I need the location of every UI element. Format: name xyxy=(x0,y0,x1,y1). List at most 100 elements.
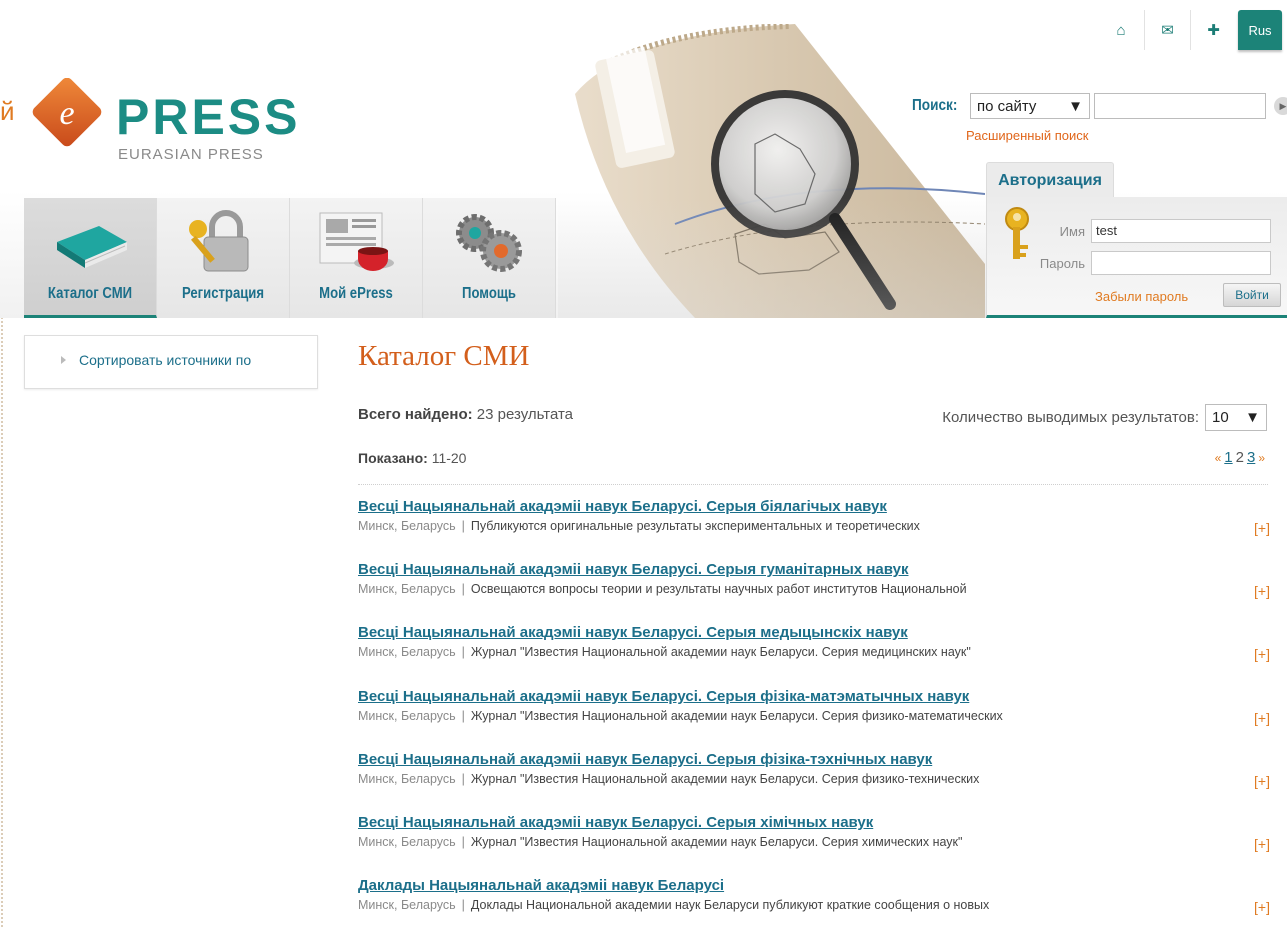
nav-label-registration: Регистрация xyxy=(181,285,265,302)
per-page-control: Количество выводимых результатов: 10 ▼ xyxy=(942,404,1267,431)
search-label: Поиск: xyxy=(912,97,958,114)
meta-separator: | xyxy=(461,834,465,849)
gears-icon xyxy=(455,214,522,272)
results-list: Весці Нацыянальнай акадэміі навук Белару… xyxy=(358,497,1270,927)
result-title-link[interactable]: Весці Нацыянальнай акадэміі навук Белару… xyxy=(358,813,1270,833)
result-title-link[interactable]: Даклады Нацыянальнай акадэміі навук Бела… xyxy=(358,876,1270,896)
per-page-label: Количество выводимых результатов: xyxy=(942,409,1199,426)
advanced-search-link[interactable]: Расширенный поиск xyxy=(966,128,1088,143)
logo-stray-char: й xyxy=(0,96,15,126)
divider xyxy=(358,484,1268,485)
nav-label-help: Помощь xyxy=(462,285,516,302)
login-button[interactable]: Войти xyxy=(1223,283,1281,307)
list-item: Весці Нацыянальнай акадэміі навук Белару… xyxy=(358,623,1270,686)
result-title-link[interactable]: Весці Нацыянальнай акадэміі навук Белару… xyxy=(358,623,1270,643)
expand-button[interactable]: [+] xyxy=(1254,899,1270,915)
svg-text:e: e xyxy=(59,95,74,132)
result-meta: Минск, Беларусь | Публикуются оригинальные… xyxy=(358,517,1246,535)
nav-item-my-epress[interactable]: Мой ePress xyxy=(290,198,423,318)
total-found: Всего найдено: 23 результата xyxy=(358,406,573,423)
search-input[interactable] xyxy=(1094,93,1266,119)
pager-prev[interactable]: « xyxy=(1215,451,1222,465)
result-description: Журнал "Известия Национальной академии н… xyxy=(470,708,1003,723)
result-description: Освещаются вопросы теории и результаты н… xyxy=(470,582,967,597)
auth-tab[interactable]: Авторизация xyxy=(986,162,1114,198)
expand-button[interactable]: [+] xyxy=(1254,646,1270,662)
forgot-password-link[interactable]: Забыли пароль xyxy=(1095,289,1188,304)
sidebar-sort-item[interactable]: Сортировать источники по xyxy=(57,352,251,368)
plus-icon[interactable]: ✚ xyxy=(1190,10,1236,50)
site-logo[interactable]: e PRESS EURASIAN PRESS xyxy=(24,78,324,168)
expand-button[interactable]: [+] xyxy=(1254,710,1270,726)
mail-icon[interactable]: ✉ xyxy=(1144,10,1190,50)
nav-label-catalog: Каталог СМИ xyxy=(47,285,133,302)
expand-button[interactable]: [+] xyxy=(1254,836,1270,852)
top-icon-bar: ⌂ ✉ ✚ Rus xyxy=(1098,10,1282,50)
newspaper-cup-icon xyxy=(319,212,394,271)
nav-item-help[interactable]: Помощь xyxy=(423,198,556,318)
list-item: Весці Нацыянальнай акадэміі навук Белару… xyxy=(358,687,1270,750)
result-title-link[interactable]: Весці Нацыянальнай акадэміі навук Белару… xyxy=(358,750,1270,770)
result-meta: Минск, Беларусь | Доклады Национальной ака… xyxy=(358,896,1246,914)
sidebar-sort-label: Сортировать источники по xyxy=(79,352,252,368)
result-meta: Минск, Беларусь | Журнал "Известия Национа… xyxy=(358,643,1246,661)
nav-background xyxy=(558,198,986,318)
result-description: Доклады Национальной академии наук Белар… xyxy=(470,898,990,913)
expand-button[interactable]: [+] xyxy=(1254,520,1270,536)
result-location: Минск, Беларусь xyxy=(358,708,456,723)
result-location: Минск, Беларусь xyxy=(358,771,456,786)
page-title: Каталог СМИ xyxy=(358,340,530,372)
home-icon[interactable]: ⌂ xyxy=(1098,10,1144,50)
password-label: Пароль xyxy=(1039,255,1085,271)
result-location: Минск, Беларусь xyxy=(358,645,456,660)
book-icon xyxy=(56,226,127,268)
epress-diamond-icon: e xyxy=(32,78,102,147)
result-title-link[interactable]: Весці Нацыянальнай акадэміі навук Белару… xyxy=(358,497,1270,517)
result-location: Минск, Беларусь xyxy=(358,582,456,597)
padlock-key-icon xyxy=(188,210,248,272)
pager-page-3[interactable]: 3 xyxy=(1247,449,1255,466)
meta-separator: | xyxy=(461,771,465,786)
pager-page-1[interactable]: 1 xyxy=(1224,449,1232,466)
shown-range: Показано: 11-20 xyxy=(358,450,466,466)
nav-label-my-epress: Мой ePress xyxy=(319,285,393,302)
result-meta: Минск, Беларусь | Освещаются вопросы теори… xyxy=(358,580,1246,598)
logo-word: PRESS xyxy=(116,89,301,145)
list-item: Даклады Нацыянальнай акадэміі навук Бела… xyxy=(358,876,1270,927)
meta-separator: | xyxy=(461,582,465,597)
password-input[interactable] xyxy=(1091,251,1271,275)
auth-panel: Имя test Пароль Забыли пароль Войти xyxy=(986,197,1287,318)
meta-separator: | xyxy=(461,645,465,660)
nav-item-catalog[interactable]: Каталог СМИ xyxy=(24,198,157,318)
name-label: Имя xyxy=(1059,223,1085,239)
language-button[interactable]: Rus xyxy=(1238,10,1282,50)
search-scope-select[interactable]: по сайту ▼ xyxy=(970,93,1090,119)
sidebar: Сортировать источники по xyxy=(24,335,318,389)
expand-button[interactable]: [+] xyxy=(1254,583,1270,599)
site-header: й e PRESS EURASIAN PRESS ⌂ ✉ ✚ Rus Поиск… xyxy=(0,0,1287,318)
pager-page-2-current: 2 xyxy=(1235,449,1244,466)
list-item: Весці Нацыянальнай акадэміі навук Белару… xyxy=(358,750,1270,813)
name-input[interactable]: test xyxy=(1091,219,1271,243)
result-title-link[interactable]: Весці Нацыянальнай акадэміі навук Белару… xyxy=(358,687,1270,707)
logo-subtitle: EURASIAN PRESS xyxy=(118,146,264,163)
result-meta: Минск, Беларусь | Журнал "Известия Национа… xyxy=(358,707,1246,725)
shown-value: 11-20 xyxy=(431,450,467,466)
play-arrow-icon: ▶ xyxy=(1279,100,1287,111)
result-meta: Минск, Беларусь | Журнал "Известия Национа… xyxy=(358,833,1246,851)
pager-next[interactable]: » xyxy=(1258,451,1265,465)
result-location: Минск, Беларусь xyxy=(358,834,456,849)
search-submit-button[interactable]: ▶ xyxy=(1274,97,1287,115)
search-bar: Поиск: по сайту ▼ ▶ xyxy=(912,93,1287,119)
meta-separator: | xyxy=(461,519,465,533)
nav-item-registration[interactable]: Регистрация xyxy=(157,198,290,318)
result-description: Журнал "Известия Национальной академии н… xyxy=(470,834,963,849)
main-nav: Каталог СМИ Регистрация Мой ePress Помощ… xyxy=(24,198,556,318)
result-description: Публикуются оригинальные результаты эксп… xyxy=(470,519,920,533)
expand-button[interactable]: [+] xyxy=(1254,773,1270,789)
search-scope-value: по сайту xyxy=(977,97,1037,115)
per-page-value: 10 xyxy=(1212,409,1229,426)
per-page-select[interactable]: 10 ▼ xyxy=(1205,404,1267,431)
result-title-link[interactable]: Весці Нацыянальнай акадэміі навук Белару… xyxy=(358,560,1270,580)
pagination: « 1 2 3 » xyxy=(1215,449,1265,466)
